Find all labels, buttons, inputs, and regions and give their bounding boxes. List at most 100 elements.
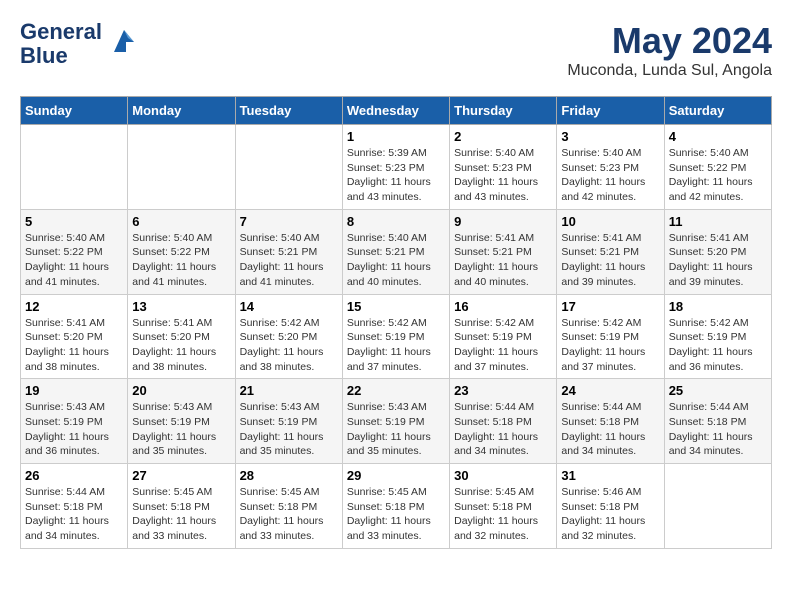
day-info: Sunrise: 5:41 AMSunset: 5:20 PMDaylight:…: [669, 231, 767, 290]
day-number: 17: [561, 299, 659, 314]
calendar-cell: 20 Sunrise: 5:43 AMSunset: 5:19 PMDayligh…: [128, 379, 235, 464]
calendar-cell: 3Sunrise: 5:40 AMSunset: 5:23 PMDaylight…: [557, 125, 664, 210]
calendar-cell: 14Sunrise: 5:42 AMSunset: 5:20 PMDayligh…: [235, 294, 342, 379]
day-number: 31: [561, 468, 659, 483]
title-block: May 2024 Muconda, Lunda Sul, Angola: [567, 20, 772, 80]
day-number: 28: [240, 468, 338, 483]
day-info: Sunrise: 5:42 AMSunset: 5:19 PMDaylight:…: [454, 316, 552, 375]
calendar-week-4: 19 Sunrise: 5:43 AMSunset: 5:19 PMDayligh…: [21, 379, 772, 464]
day-info: Sunrise: 5:40 AMSunset: 5:21 PMDaylight:…: [347, 231, 445, 290]
day-number: 16: [454, 299, 552, 314]
weekday-header-saturday: Saturday: [664, 97, 771, 125]
day-number: 11: [669, 214, 767, 229]
calendar-cell: 1 Sunrise: 5:39 AMSunset: 5:23 PMDaylight…: [342, 125, 449, 210]
day-info: Sunrise: 5:40 AMSunset: 5:23 PMDaylight:…: [454, 146, 552, 205]
calendar-cell: [664, 464, 771, 549]
day-info: Sunrise: 5:44 AMSunset: 5:18 PMDaylight:…: [454, 400, 552, 459]
weekday-header-tuesday: Tuesday: [235, 97, 342, 125]
weekday-header-thursday: Thursday: [450, 97, 557, 125]
day-info: Sunrise: 5:45 AMSunset: 5:18 PMDaylight:…: [132, 485, 230, 544]
day-info: Sunrise: 5:42 AMSunset: 5:19 PMDaylight:…: [669, 316, 767, 375]
day-number: 10: [561, 214, 659, 229]
calendar-cell: 24 Sunrise: 5:44 AMSunset: 5:18 PMDayligh…: [557, 379, 664, 464]
page-header: GeneralBlue May 2024 Muconda, Lunda Sul,…: [20, 20, 772, 80]
day-number: 7: [240, 214, 338, 229]
calendar-cell: 9Sunrise: 5:41 AMSunset: 5:21 PMDaylight…: [450, 209, 557, 294]
calendar-cell: 31 Sunrise: 5:46 AMSunset: 5:18 PMDayligh…: [557, 464, 664, 549]
calendar-cell: 26 Sunrise: 5:44 AMSunset: 5:18 PMDayligh…: [21, 464, 128, 549]
day-number: 21: [240, 383, 338, 398]
calendar-cell: [128, 125, 235, 210]
day-number: 20: [132, 383, 230, 398]
day-number: 13: [132, 299, 230, 314]
main-title: May 2024: [567, 20, 772, 62]
day-info: Sunrise: 5:43 AMSunset: 5:19 PMDaylight:…: [347, 400, 445, 459]
calendar-cell: 8 Sunrise: 5:40 AMSunset: 5:21 PMDaylight…: [342, 209, 449, 294]
day-number: 18: [669, 299, 767, 314]
calendar-week-2: 5Sunrise: 5:40 AMSunset: 5:22 PMDaylight…: [21, 209, 772, 294]
day-number: 23: [454, 383, 552, 398]
day-info: Sunrise: 5:40 AMSunset: 5:23 PMDaylight:…: [561, 146, 659, 205]
calendar-cell: 15 Sunrise: 5:42 AMSunset: 5:19 PMDayligh…: [342, 294, 449, 379]
calendar-cell: 22Sunrise: 5:43 AMSunset: 5:19 PMDayligh…: [342, 379, 449, 464]
calendar-cell: [21, 125, 128, 210]
day-number: 8: [347, 214, 445, 229]
day-info: Sunrise: 5:42 AMSunset: 5:19 PMDaylight:…: [561, 316, 659, 375]
calendar-table: SundayMondayTuesdayWednesdayThursdayFrid…: [20, 96, 772, 549]
calendar-cell: 2Sunrise: 5:40 AMSunset: 5:23 PMDaylight…: [450, 125, 557, 210]
day-info: Sunrise: 5:44 AMSunset: 5:18 PMDaylight:…: [669, 400, 767, 459]
day-number: 25: [669, 383, 767, 398]
day-info: Sunrise: 5:44 AMSunset: 5:18 PMDaylight:…: [25, 485, 123, 544]
calendar-cell: 10 Sunrise: 5:41 AMSunset: 5:21 PMDayligh…: [557, 209, 664, 294]
day-info: Sunrise: 5:44 AMSunset: 5:18 PMDaylight:…: [561, 400, 659, 459]
day-info: Sunrise: 5:40 AMSunset: 5:21 PMDaylight:…: [240, 231, 338, 290]
calendar-cell: [235, 125, 342, 210]
day-info: Sunrise: 5:42 AMSunset: 5:19 PMDaylight:…: [347, 316, 445, 375]
calendar-cell: 5Sunrise: 5:40 AMSunset: 5:22 PMDaylight…: [21, 209, 128, 294]
day-info: Sunrise: 5:46 AMSunset: 5:18 PMDaylight:…: [561, 485, 659, 544]
calendar-cell: 12Sunrise: 5:41 AMSunset: 5:20 PMDayligh…: [21, 294, 128, 379]
day-info: Sunrise: 5:43 AMSunset: 5:19 PMDaylight:…: [25, 400, 123, 459]
calendar-cell: 4Sunrise: 5:40 AMSunset: 5:22 PMDaylight…: [664, 125, 771, 210]
weekday-header-row: SundayMondayTuesdayWednesdayThursdayFrid…: [21, 97, 772, 125]
day-info: Sunrise: 5:45 AMSunset: 5:18 PMDaylight:…: [240, 485, 338, 544]
calendar-cell: 27 Sunrise: 5:45 AMSunset: 5:18 PMDayligh…: [128, 464, 235, 549]
calendar-week-3: 12 Sunrise: 5:41 AMSunset: 5:20 PMDayligh…: [21, 294, 772, 379]
calendar-body: 1 Sunrise: 5:39 AMSunset: 5:23 PMDaylight…: [21, 125, 772, 549]
day-number: 26: [25, 468, 123, 483]
day-info: Sunrise: 5:43 AMSunset: 5:19 PMDaylight:…: [240, 400, 338, 459]
day-number: 1: [347, 129, 445, 144]
day-info: Sunrise: 5:45 AMSunset: 5:18 PMDaylight:…: [347, 485, 445, 544]
day-info: Sunrise: 5:43 AMSunset: 5:19 PMDaylight:…: [132, 400, 230, 459]
day-info: Sunrise: 5:40 AMSunset: 5:22 PMDaylight:…: [669, 146, 767, 205]
day-number: 14: [240, 299, 338, 314]
calendar-cell: 21 Sunrise: 5:43 AMSunset: 5:19 PMDayligh…: [235, 379, 342, 464]
day-number: 6: [132, 214, 230, 229]
logo-icon: [106, 24, 142, 60]
day-number: 19: [25, 383, 123, 398]
day-number: 9: [454, 214, 552, 229]
calendar-header: SundayMondayTuesdayWednesdayThursdayFrid…: [21, 97, 772, 125]
day-number: 27: [132, 468, 230, 483]
day-number: 24: [561, 383, 659, 398]
day-number: 15: [347, 299, 445, 314]
weekday-header-sunday: Sunday: [21, 97, 128, 125]
calendar-cell: 13 Sunrise: 5:41 AMSunset: 5:20 PMDayligh…: [128, 294, 235, 379]
day-number: 12: [25, 299, 123, 314]
day-info: Sunrise: 5:41 AMSunset: 5:21 PMDaylight:…: [561, 231, 659, 290]
day-info: Sunrise: 5:40 AMSunset: 5:22 PMDaylight:…: [25, 231, 123, 290]
weekday-header-friday: Friday: [557, 97, 664, 125]
calendar-cell: 18 Sunrise: 5:42 AMSunset: 5:19 PMDayligh…: [664, 294, 771, 379]
day-info: Sunrise: 5:41 AMSunset: 5:20 PMDaylight:…: [132, 316, 230, 375]
calendar-cell: 16 Sunrise: 5:42 AMSunset: 5:19 PMDayligh…: [450, 294, 557, 379]
calendar-week-5: 26 Sunrise: 5:44 AMSunset: 5:18 PMDayligh…: [21, 464, 772, 549]
calendar-cell: 30Sunrise: 5:45 AMSunset: 5:18 PMDayligh…: [450, 464, 557, 549]
day-info: Sunrise: 5:39 AMSunset: 5:23 PMDaylight:…: [347, 146, 445, 205]
calendar-week-1: 1 Sunrise: 5:39 AMSunset: 5:23 PMDaylight…: [21, 125, 772, 210]
day-info: Sunrise: 5:45 AMSunset: 5:18 PMDaylight:…: [454, 485, 552, 544]
calendar-cell: 11 Sunrise: 5:41 AMSunset: 5:20 PMDayligh…: [664, 209, 771, 294]
day-number: 29: [347, 468, 445, 483]
logo-text: GeneralBlue: [20, 20, 102, 68]
calendar-cell: 29 Sunrise: 5:45 AMSunset: 5:18 PMDayligh…: [342, 464, 449, 549]
calendar-cell: 6Sunrise: 5:40 AMSunset: 5:22 PMDaylight…: [128, 209, 235, 294]
